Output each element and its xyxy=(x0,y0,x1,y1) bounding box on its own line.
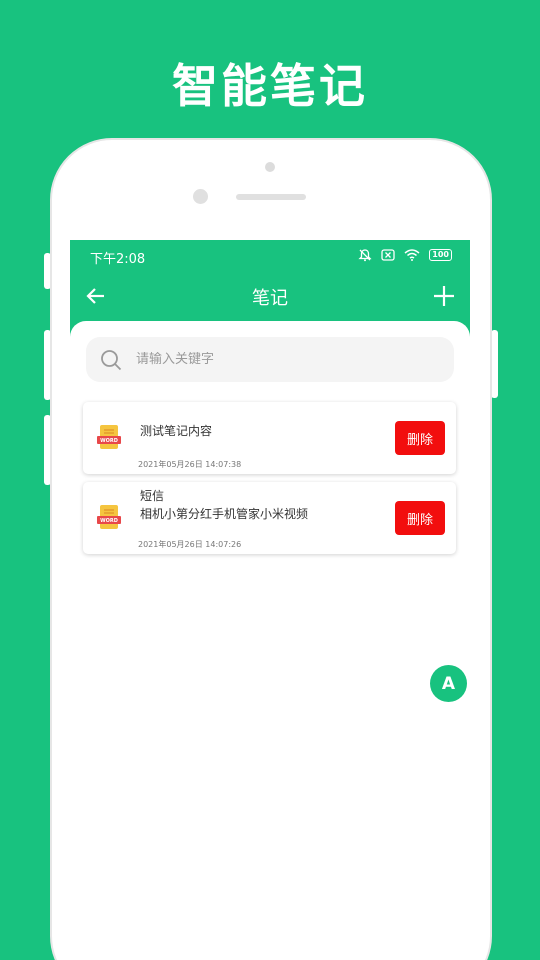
note-item[interactable]: WORD 测试笔记内容 2021年05月26日 14:07:38 删除 xyxy=(83,402,456,474)
word-icon-label: WORD xyxy=(100,438,118,444)
search-input[interactable] xyxy=(136,352,426,367)
status-icons: 100 xyxy=(358,248,452,262)
app-screen: 下午2:08 100 笔记 WORD 测试笔记内容 2021年05月26日 14… xyxy=(70,240,470,960)
phone-sensor xyxy=(265,162,275,172)
sim-icon xyxy=(381,249,395,261)
promo-title: 智能笔记 xyxy=(172,59,368,113)
delete-button[interactable]: 删除 xyxy=(395,421,445,455)
mute-icon xyxy=(358,249,372,262)
plus-icon[interactable] xyxy=(432,284,456,308)
search-icon xyxy=(101,349,122,370)
note-item[interactable]: WORD 短信 相机小第分红手机管家小米视频 2021年05月26日 14:07… xyxy=(83,482,456,554)
phone-camera xyxy=(193,189,208,204)
page-title: 笔记 xyxy=(252,288,288,309)
note-text-block: 短信 相机小第分红手机管家小米视频 xyxy=(140,487,308,523)
delete-button[interactable]: 删除 xyxy=(395,501,445,535)
word-file-icon: WORD xyxy=(97,425,121,449)
search-bar[interactable] xyxy=(86,337,454,382)
word-icon-label: WORD xyxy=(100,518,118,524)
phone-power-button xyxy=(491,330,498,398)
note-date: 2021年05月26日 14:07:26 xyxy=(138,540,242,549)
word-file-icon: WORD xyxy=(97,505,121,529)
note-title: 短信 xyxy=(140,489,165,503)
wifi-icon xyxy=(404,249,420,261)
floating-action-button[interactable]: A xyxy=(430,665,467,702)
note-content: 测试笔记内容 xyxy=(140,424,213,438)
status-time: 下午2:08 xyxy=(90,252,146,267)
battery-icon: 100 xyxy=(429,249,452,261)
note-content: 相机小第分红手机管家小米视频 xyxy=(140,507,309,521)
note-list-panel: WORD 测试笔记内容 2021年05月26日 14:07:38 删除 WORD… xyxy=(70,321,470,960)
note-date: 2021年05月26日 14:07:38 xyxy=(138,460,242,469)
phone-speaker xyxy=(236,194,306,200)
